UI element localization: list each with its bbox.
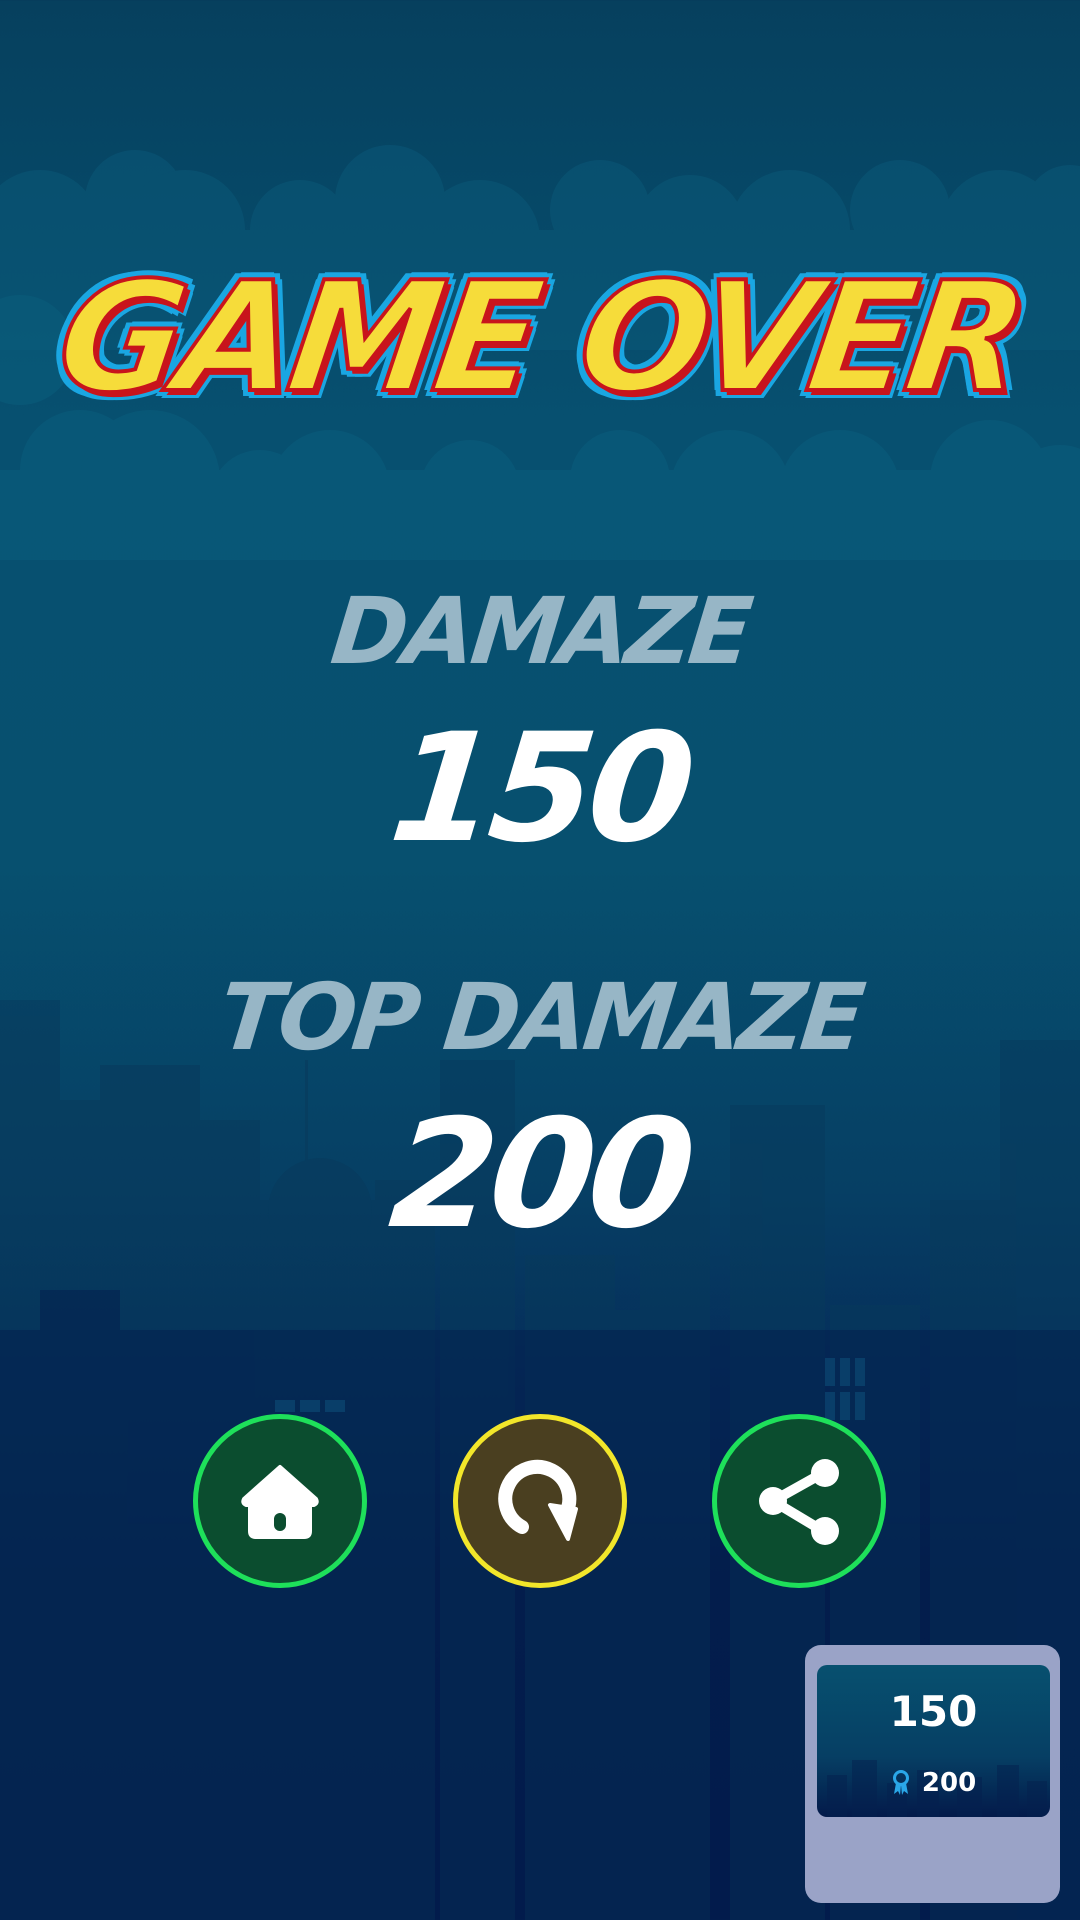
preview-score: 150 [889, 1687, 978, 1736]
home-icon [241, 1465, 319, 1539]
restart-button[interactable] [453, 1414, 627, 1588]
restart-icon [498, 1459, 578, 1541]
score-preview-screen: 150 200 [817, 1665, 1050, 1817]
score-label: DAMAZE [326, 578, 754, 685]
score-value: 150 [383, 702, 697, 876]
share-icon [759, 1459, 839, 1545]
medal-icon [891, 1768, 920, 1798]
top-score-value: 200 [383, 1088, 697, 1262]
score-preview-card[interactable]: 150 200 [805, 1645, 1060, 1903]
game-over-title: GAME OVER [46, 247, 1034, 428]
share-button[interactable] [712, 1414, 886, 1588]
home-button[interactable] [193, 1414, 367, 1588]
preview-top-score: 200 [921, 1768, 977, 1798]
preview-top-score-row: 200 [817, 1768, 1050, 1798]
top-score-label: TOP DAMAZE [214, 964, 866, 1071]
